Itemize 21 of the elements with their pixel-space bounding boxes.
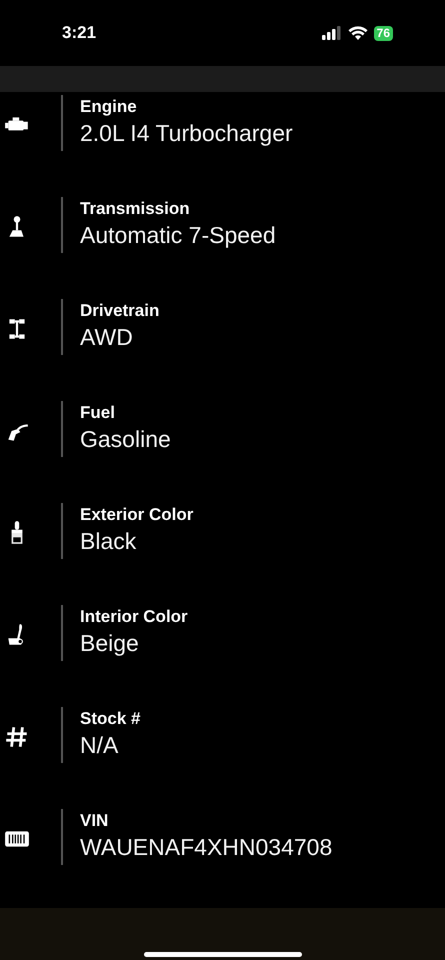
spec-value: Beige: [80, 629, 140, 658]
spec-value: N/A: [80, 731, 120, 760]
spec-label: Stock #: [80, 708, 140, 730]
spec-label: Interior Color: [80, 606, 188, 628]
spec-value: AWD: [80, 323, 134, 352]
status-time: 3:21: [62, 22, 96, 44]
spec-value: WAUENAF4XHN034708: [80, 833, 332, 862]
battery-indicator: 76: [374, 26, 393, 40]
spec-label: VIN: [80, 810, 110, 832]
spec-value: Gasoline: [80, 425, 171, 454]
spec-value: Black: [80, 527, 138, 556]
signal-icon: [322, 26, 342, 40]
spec-label: Engine: [80, 96, 138, 118]
spec-label: Exterior Color: [80, 504, 194, 526]
spec-label: Transmission: [80, 198, 191, 220]
spec-label: Fuel: [80, 402, 116, 424]
spec-value: Automatic 7-Speed: [80, 221, 276, 250]
spec-value: 2.0L I4 Turbocharger: [80, 119, 293, 148]
wifi-icon: [348, 26, 368, 40]
hash-icon: [4, 724, 30, 750]
spec-label: Drivetrain: [80, 300, 160, 322]
